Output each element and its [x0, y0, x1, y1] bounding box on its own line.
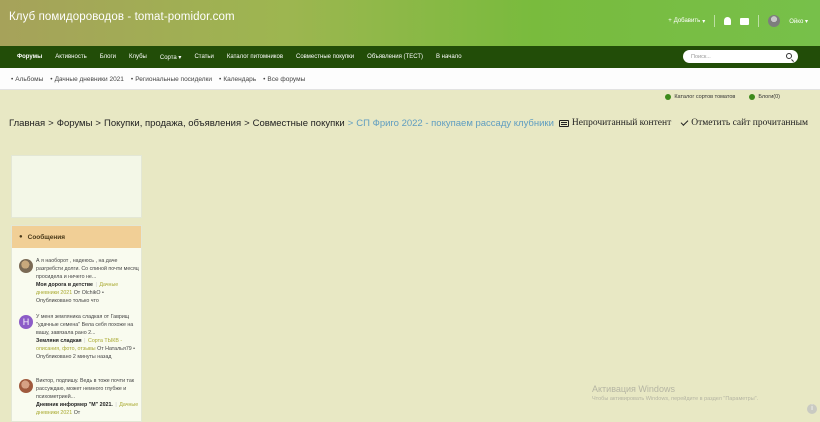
bell-icon[interactable] [724, 17, 732, 25]
watermark-title: Активация Windows [592, 384, 675, 394]
breadcrumb-current: СП Фриго 2022 - покупаем рассаду клубник… [356, 118, 554, 129]
list-item[interactable]: А я наоборот , надеюсь , на даче разгреб… [19, 257, 139, 305]
mark-read-link[interactable]: Отметить сайт прочитанным [680, 118, 808, 128]
message-text: У меня земляника сладкая от Гаврищ "удач… [36, 314, 134, 336]
user-avatar[interactable] [768, 15, 781, 27]
plus-circle-icon [749, 94, 756, 100]
windows-activation-watermark: Активация Windows Чтобы активировать Win… [592, 384, 758, 402]
list-item[interactable]: H У меня земляника сладкая от Гаврищ "уд… [19, 313, 139, 361]
message-title[interactable]: Дневник информер "М" 2021. [36, 402, 113, 408]
chevron-down-icon: ▾ [702, 18, 706, 25]
breadcrumb-home[interactable]: Главная [9, 118, 45, 129]
breadcrumb-separator: > [95, 118, 101, 129]
breadcrumb-separator: > [347, 118, 354, 129]
header-actions: + Добавить ▾ Ойко ▾ [668, 15, 808, 27]
site-title[interactable]: Клуб помидороводов - tomat-pomidor.com [9, 11, 235, 23]
sidebar-ad-box [11, 155, 142, 218]
subnav-all-forums[interactable]: • Все форумы [263, 76, 305, 83]
nav-clubs[interactable]: Клубы [129, 54, 147, 60]
mail-icon[interactable] [740, 17, 750, 25]
avatar[interactable] [19, 259, 33, 273]
breadcrumb-purchases[interactable]: Покупки, продажа, объявления [104, 118, 241, 129]
nav-forums[interactable]: Форумы [17, 54, 42, 60]
messages-panel: ● Сообщения А я наоборот , надеюсь , на д… [11, 225, 142, 422]
header-divider [714, 15, 716, 27]
add-label: Добавить [673, 18, 701, 24]
message-text: Виктор, подпишу. Ведь в тоже почти так р… [36, 378, 135, 400]
message-title[interactable]: Земляня сладкая [36, 338, 82, 344]
breadcrumb-actions: Непрочитанный контент Отметить сайт проч… [558, 118, 808, 128]
add-button[interactable]: + Добавить ▾ [668, 18, 705, 25]
subnav-regional[interactable]: • Региональные посиделки [131, 76, 212, 83]
nav-ads[interactable]: Объявления (ТЕСТ) [367, 54, 423, 60]
subnav-calendar[interactable]: • Календарь [219, 76, 256, 83]
message-title[interactable]: Моя дорога в детстве [36, 282, 93, 288]
nav-nurseries[interactable]: Каталог питомников [227, 54, 283, 60]
check-icon [680, 118, 689, 126]
quick-links: Каталог сортов томатов Блоги(0) [665, 94, 780, 100]
quick-link-catalog[interactable]: Каталог сортов томатов [665, 94, 735, 100]
avatar[interactable] [19, 379, 33, 393]
nav-varieties[interactable]: Сорта ▾ [160, 54, 182, 61]
nav-blogs[interactable]: Блоги [100, 54, 116, 60]
breadcrumb: Главная > Форумы > Покупки, продажа, объ… [9, 118, 554, 129]
search-placeholder: Поиск... [691, 53, 711, 60]
watermark-subtitle: Чтобы активировать Windows, перейдите в … [592, 396, 759, 402]
help-icon[interactable]: i [807, 404, 817, 414]
user-menu[interactable]: Ойко ▾ [789, 18, 808, 25]
list-item[interactable]: Виктор, подпишу. Ведь в тоже почти так р… [19, 377, 139, 417]
breadcrumb-joint[interactable]: Совместные покупки [253, 118, 345, 129]
header-divider [758, 15, 760, 27]
message-text: А я наоборот , надеюсь , на даче разгреб… [36, 258, 139, 280]
nav-home[interactable]: В начало [436, 54, 462, 60]
avatar[interactable]: H [19, 315, 33, 329]
breadcrumb-separator: > [244, 118, 250, 129]
nav-articles[interactable]: Статьи [194, 54, 213, 60]
breadcrumb-separator: > [48, 118, 54, 129]
plus-icon: + [668, 18, 672, 24]
subnav-diaries[interactable]: • Дачные дневники 2021 [50, 76, 124, 83]
search-input[interactable]: Поиск... [683, 50, 798, 63]
nav-activity[interactable]: Активность [55, 54, 87, 60]
subnav-albums[interactable]: • Альбомы [11, 76, 43, 83]
quick-link-blogs[interactable]: Блоги(0) [749, 94, 780, 100]
panel-header: ● Сообщения [12, 226, 141, 248]
sub-nav: • Альбомы • Дачные дневники 2021 • Регионал… [0, 68, 820, 90]
unread-content-link[interactable]: Непрочитанный контент [558, 118, 671, 128]
breadcrumb-forums[interactable]: Форумы [57, 118, 93, 129]
site-header: Клуб помидороводов - tomat-pomidor.com +… [0, 0, 820, 46]
message-meta: От [73, 410, 81, 416]
newspaper-icon [558, 119, 569, 127]
plus-circle-icon [665, 94, 672, 100]
search-icon[interactable] [786, 53, 792, 59]
nav-joint-purchases[interactable]: Совместные покупки [296, 54, 354, 60]
